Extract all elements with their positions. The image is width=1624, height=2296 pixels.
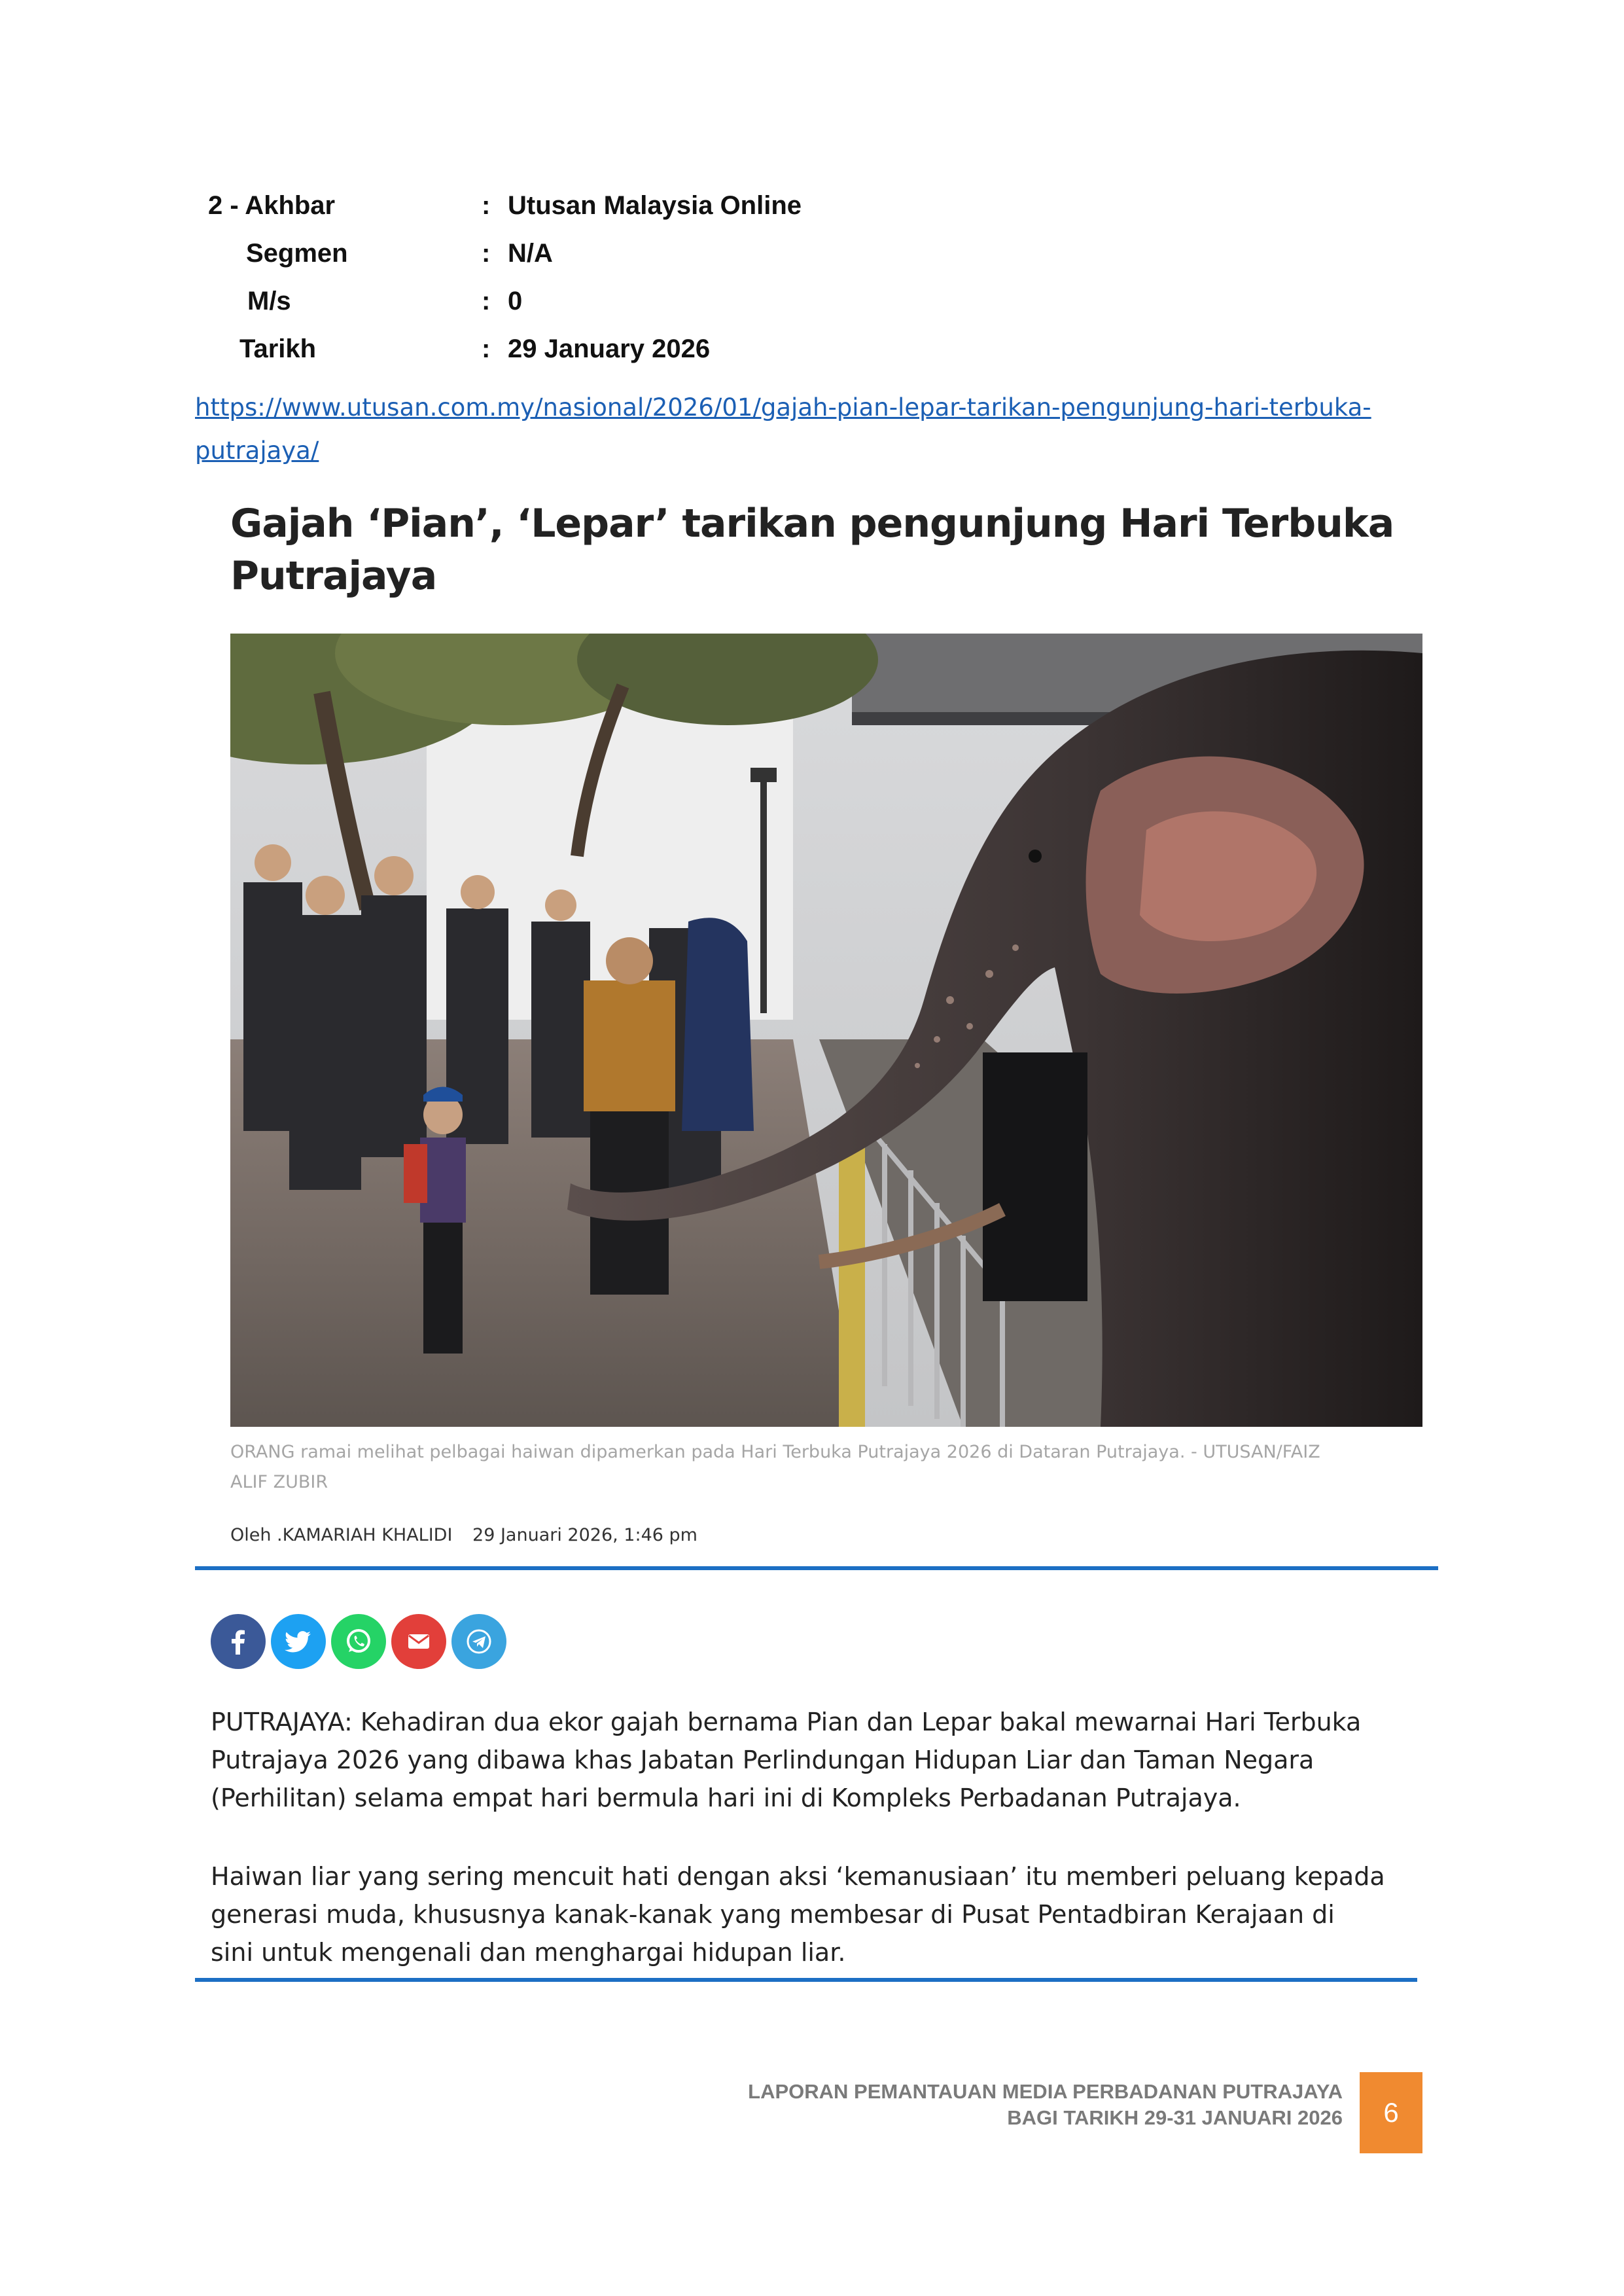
paragraph-2-line-3: sini untuk mengenali dan menghargai hidu… [211,1938,846,1967]
headline-line-2: Putrajaya [230,553,437,599]
article-paragraph-1: PUTRAJAYA: Kehadiran dua ekor gajah bern… [211,1703,1428,1817]
page-number-badge: 6 [1360,2072,1422,2153]
photo-caption: ORANG ramai melihat pelbagai haiwan dipa… [230,1437,1408,1498]
article-link-line1[interactable]: https://www.utusan.com.my/nasional/2026/… [195,386,1438,429]
share-buttons [211,1614,506,1669]
footer-line-1: LAPORAN PEMANTAUAN MEDIA PERBADANAN PUTR… [748,2080,1343,2103]
akhbar-colon: : [482,191,491,220]
divider-top [195,1566,1438,1570]
article-link-line2[interactable]: putrajaya/ [195,429,1438,473]
article-link[interactable]: https://www.utusan.com.my/nasional/2026/… [195,386,1438,473]
tarikh-label: Tarikh [239,334,317,363]
elephant-photo-illustration [230,634,1422,1427]
twitter-icon[interactable] [271,1614,326,1669]
tarikh-colon: : [482,334,491,363]
telegram-icon[interactable] [451,1614,506,1669]
report-footer: LAPORAN PEMANTAUAN MEDIA PERBADANAN PUTR… [748,2079,1343,2131]
article-paragraph-2: Haiwan liar yang sering mencuit hati den… [211,1857,1428,1971]
akhbar-value: Utusan Malaysia Online [508,191,802,220]
paragraph-1-line-2: Putrajaya 2026 yang dibawa khas Jabatan … [211,1746,1315,1774]
footer-line-2: BAGI TARIKH 29-31 JANUARI 2026 [1007,2106,1343,2129]
paragraph-2-line-2: generasi muda, khususnya kanak-kanak yan… [211,1900,1335,1929]
email-icon[interactable] [391,1614,446,1669]
article-byline: Oleh .KAMARIAH KHALIDI 29 Januari 2026, … [230,1525,697,1545]
facebook-icon[interactable] [211,1614,266,1669]
page-number: 6 [1383,2097,1399,2128]
paragraph-1-line-1: PUTRAJAYA: Kehadiran dua ekor gajah bern… [211,1708,1362,1736]
ms-label: M/s [247,287,291,315]
byline-author: Oleh .KAMARIAH KHALIDI [230,1525,453,1545]
whatsapp-icon[interactable] [331,1614,386,1669]
caption-line-2: ALIF ZUBIR [230,1472,328,1492]
article-photo [230,634,1422,1427]
segmen-label: Segmen [246,239,348,268]
ms-value: 0 [508,287,523,315]
ms-colon: : [482,287,491,315]
segmen-value: N/A [508,239,553,268]
paragraph-1-line-3: (Perhilitan) selama empat hari bermula h… [211,1784,1241,1812]
headline-line-1: Gajah ‘Pian’, ‘Lepar’ tarikan pengunjung… [230,501,1394,547]
tarikh-value: 29 January 2026 [508,334,711,363]
caption-line-1: ORANG ramai melihat pelbagai haiwan dipa… [230,1442,1320,1462]
article-headline: Gajah ‘Pian’, ‘Lepar’ tarikan pengunjung… [230,497,1408,602]
divider-bottom [195,1978,1417,1982]
segmen-colon: : [482,239,491,268]
byline-date: 29 Januari 2026, 1:46 pm [472,1525,697,1545]
paragraph-2-line-1: Haiwan liar yang sering mencuit hati den… [211,1862,1385,1891]
akhbar-label: 2 - Akhbar [208,191,336,220]
